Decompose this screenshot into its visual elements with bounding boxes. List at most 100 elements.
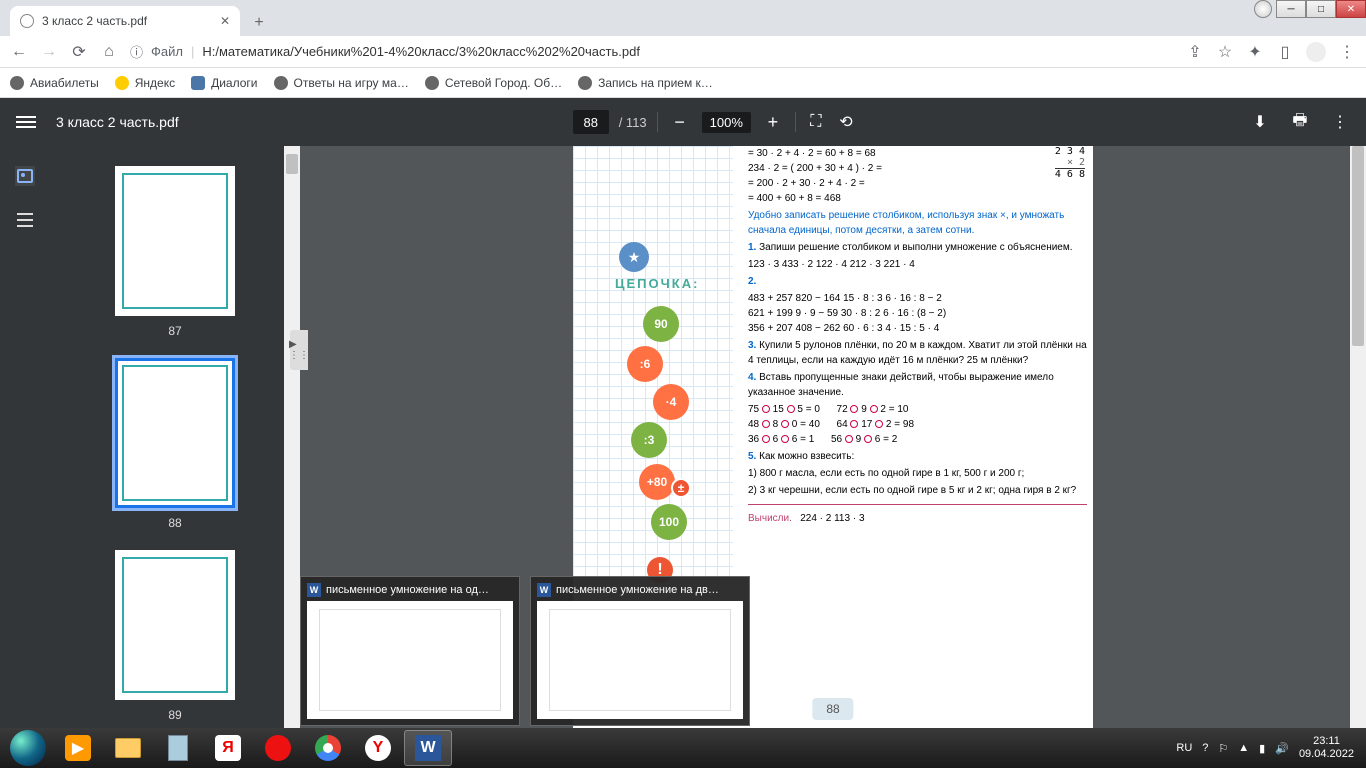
preview-title: письменное умножение на од… [326,584,489,596]
star-badge-icon: ★ [619,242,649,272]
media-player-icon[interactable]: ▶ [54,730,102,766]
bookmark-label: Яндекс [135,76,175,90]
tray-expand-icon[interactable]: ▲ [1238,742,1249,754]
word-icon: W [307,583,321,597]
tab-close-icon[interactable]: ✕ [220,14,230,28]
taskbar-preview[interactable]: Wписьменное умножение на дв… [530,576,750,726]
outline-tab[interactable] [15,210,35,230]
opera-icon[interactable] [254,730,302,766]
help-icon[interactable]: ? [1202,742,1208,754]
pdf-more-icon[interactable]: ⋮ [1330,112,1350,132]
menu-icon[interactable]: ⋮ [1338,43,1356,61]
maximize-button[interactable]: □ [1306,0,1336,18]
gear-badge: ·4 [653,384,689,420]
bookmark-item[interactable]: Ответы на игру ма… [274,76,409,90]
reading-list-icon[interactable]: ▯ [1276,43,1294,61]
back-button[interactable]: ← [10,43,28,61]
close-button[interactable]: ✕ [1336,0,1366,18]
gear-badge: 100 [651,504,687,540]
gear-badge: :6 [627,346,663,382]
thumbnails-scrollbar[interactable] [284,146,300,728]
bookmark-item[interactable]: Сетевой Город. Об… [425,76,562,90]
bookmark-item[interactable]: Запись на прием к… [578,76,713,90]
plus-minus-icon: ± [671,478,691,498]
tab-strip: 3 класс 2 часть.pdf ✕ + [0,0,1366,36]
pdf-title: 3 класс 2 часть.pdf [56,114,179,130]
tab-title: 3 класс 2 часть.pdf [42,14,147,28]
gear-badge: :3 [631,422,667,458]
yandex-browser-icon[interactable]: Y [354,730,402,766]
fit-page-icon[interactable]: ⛶ [806,112,826,132]
preview-title: письменное умножение на дв… [556,584,719,596]
file-explorer-icon[interactable] [104,730,152,766]
zoom-out-button[interactable]: − [668,110,692,134]
bookmarks-bar: Авиабилеты Яндекс Диалоги Ответы на игру ма… [0,68,1366,98]
window-controls: ─ □ ✕ [1254,0,1366,18]
globe-icon [10,76,24,90]
page-number-badge: 88 [812,698,853,720]
window-round-btn[interactable] [1254,0,1272,18]
taskbar-preview[interactable]: Wписьменное умножение на од… [300,576,520,726]
word-icon[interactable]: W [404,730,452,766]
home-button[interactable]: ⌂ [100,43,118,61]
thumbnail-label: 89 [80,708,270,722]
volume-icon[interactable]: 🔊 [1275,742,1289,755]
page-text: = 30 · 2 + 4 · 2 = 60 + 8 = 68 234 · 2 =… [748,146,1087,528]
page-number-input[interactable] [573,110,609,134]
bookmark-label: Диалоги [211,76,257,90]
info-icon: ⓘ [130,42,143,61]
reload-button[interactable]: ⟳ [70,43,88,61]
calculator-icon[interactable] [154,730,202,766]
thumbnail[interactable]: 87 [80,166,270,338]
bookmark-item[interactable]: Яндекс [115,76,175,90]
bookmark-label: Авиабилеты [30,76,99,90]
new-tab-button[interactable]: + [246,10,272,36]
gear-badge: +80 [639,464,675,500]
preview-thumb [307,601,513,719]
word-icon: W [537,583,551,597]
chain-label: ЦЕПОЧКА: [615,276,699,291]
url-field[interactable]: ⓘ Файл | H:/математика/Учебники%201-4%20… [130,42,1174,61]
preview-thumb [537,601,743,719]
vk-icon [191,76,205,90]
globe-icon [578,76,592,90]
yandex-icon[interactable]: Я [204,730,252,766]
taskbar: ▶ Я Y W RU ? ⚐ ▲ ▮ 🔊 23:11 09.04.2022 [0,728,1366,768]
thumbnail[interactable]: 88 [80,358,270,530]
clock[interactable]: 23:11 09.04.2022 [1299,735,1354,761]
rotate-icon[interactable]: ⟲ [836,112,856,132]
thumbnail[interactable]: 89 [80,550,270,722]
extensions-icon[interactable]: ✦ [1246,43,1264,61]
thumbnail-label: 88 [80,516,270,530]
yandex-icon [115,76,129,90]
globe-icon [425,76,439,90]
pdf-menu-button[interactable] [16,116,36,128]
print-icon[interactable]: 🖶 [1290,112,1310,132]
pdf-toolbar: 3 класс 2 часть.pdf / 113 − 100% + ⛶ ⟲ ⬇… [0,98,1366,146]
start-button[interactable] [4,730,52,766]
page-scrollbar[interactable] [1350,146,1366,728]
zoom-in-button[interactable]: + [761,110,785,134]
language-indicator[interactable]: RU [1176,742,1192,754]
url-bar: ← → ⟳ ⌂ ⓘ Файл | H:/математика/Учебники%… [0,36,1366,68]
thumbnails-tab[interactable] [15,166,35,186]
action-center-icon[interactable]: ⚐ [1218,742,1228,755]
battery-icon[interactable]: ▮ [1259,742,1265,755]
minimize-button[interactable]: ─ [1276,0,1306,18]
file-protocol-label: Файл [151,44,183,59]
profile-icon[interactable] [1306,42,1326,62]
system-tray: RU ? ⚐ ▲ ▮ 🔊 23:11 09.04.2022 [1176,735,1362,761]
bookmark-label: Сетевой Город. Об… [445,76,562,90]
forward-button[interactable]: → [40,43,58,61]
thumbnails-panel: 87 88 89 [0,146,300,728]
bookmark-icon[interactable]: ☆ [1216,43,1234,61]
download-icon[interactable]: ⬇ [1250,112,1270,132]
bookmark-item[interactable]: Диалоги [191,76,257,90]
chrome-icon[interactable] [304,730,352,766]
bookmark-item[interactable]: Авиабилеты [10,76,99,90]
share-icon[interactable]: ⇪ [1186,43,1204,61]
url-path: H:/математика/Учебники%201-4%20класс/3%2… [202,44,640,59]
page-total: / 113 [619,115,647,130]
bookmark-label: Ответы на игру ма… [294,76,409,90]
browser-tab[interactable]: 3 класс 2 часть.pdf ✕ [10,6,240,36]
